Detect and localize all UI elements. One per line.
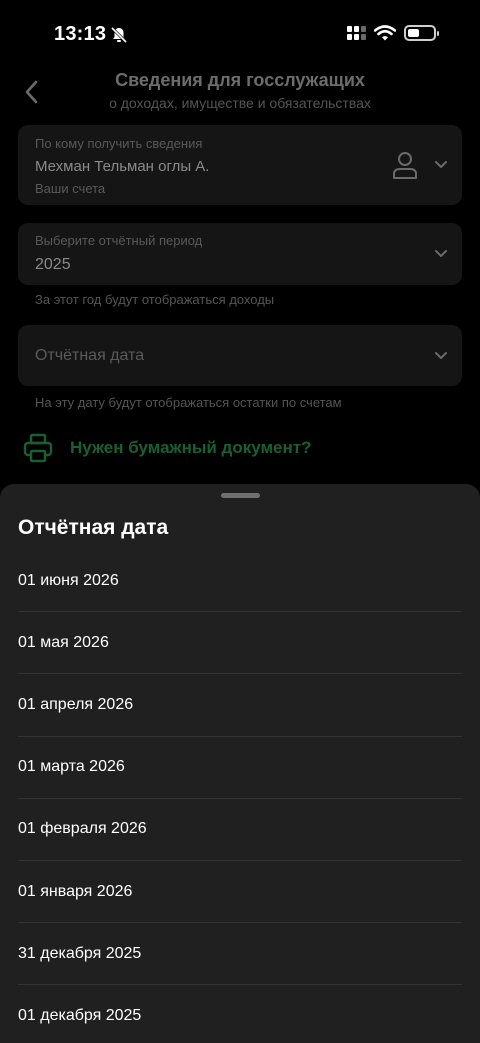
date-option-label: 01 мая 2026: [18, 633, 109, 651]
battery-fill: [408, 29, 419, 37]
status-time: 13:13: [54, 23, 107, 45]
report-date-note: На эту дату будут отображаться остатки п…: [35, 395, 342, 410]
recipient-select[interactable]: По кому получить сведения Мехман Тельман…: [18, 125, 462, 205]
person-icon[interactable]: [392, 151, 418, 179]
date-option[interactable]: 01 февраля 2026: [18, 799, 462, 861]
period-note: За этот год будут отображаться доходы: [35, 292, 275, 307]
period-label: Выберите отчётный период: [35, 233, 203, 248]
period-value: 2025: [35, 256, 71, 273]
page-title: Сведения для госслужащих: [115, 70, 365, 90]
date-option[interactable]: 01 мая 2026: [18, 612, 462, 675]
sheet-drag-handle[interactable]: [221, 493, 260, 498]
chevron-down-icon: [435, 161, 447, 168]
status-bar: 13:13: [0, 0, 480, 70]
date-option-label: 01 января 2026: [18, 882, 133, 900]
date-option[interactable]: 01 июня 2026: [18, 550, 462, 613]
report-date-placeholder: Отчётная дата: [35, 347, 145, 364]
date-option-label: 01 июня 2026: [18, 571, 119, 589]
date-option[interactable]: 01 марта 2026: [18, 737, 462, 799]
battery-icon: [404, 25, 439, 41]
report-date-select[interactable]: Отчётная дата: [18, 325, 462, 386]
paper-document-link[interactable]: Нужен бумажный документ?: [22, 432, 311, 464]
date-option-label: 01 декабря 2025: [18, 1007, 142, 1025]
cellular-signal-icon: [347, 26, 366, 40]
bell-slash-icon: [110, 26, 128, 44]
date-options-list: 01 июня 2026 01 мая 2026 01 апреля 2026 01 …: [18, 550, 462, 1043]
sheet-title: Отчётная дата: [18, 516, 169, 539]
chevron-down-icon: [435, 250, 447, 257]
report-date-sheet: Отчётная дата 01 июня 2026 01 мая 2026 01 …: [0, 484, 480, 1043]
date-option-label: 31 декабря 2025: [18, 944, 142, 962]
date-option-label: 01 февраля 2026: [18, 820, 147, 838]
recipient-label: По кому получить сведения: [35, 136, 203, 151]
date-option-label: 01 марта 2026: [18, 758, 125, 776]
date-option[interactable]: 01 января 2026: [18, 861, 462, 924]
recipient-hint: Ваши счета: [35, 181, 106, 196]
date-option[interactable]: 01 декабря 2025: [18, 985, 462, 1043]
date-option-label: 01 апреля 2026: [18, 695, 134, 713]
period-select[interactable]: Выберите отчётный период 2025: [18, 223, 462, 285]
date-option[interactable]: 01 апреля 2026: [18, 674, 462, 737]
paper-document-label: Нужен бумажный документ?: [70, 438, 312, 457]
recipient-value: Мехман Тельман оглы А.: [35, 158, 210, 175]
status-indicators: [347, 25, 439, 41]
chevron-down-icon: [435, 352, 447, 359]
printer-icon: [23, 433, 53, 463]
wifi-icon: [374, 25, 396, 41]
page-subtitle: о доходах, имуществе и обязательствах: [109, 95, 371, 111]
date-option[interactable]: 31 декабря 2025: [18, 923, 462, 986]
